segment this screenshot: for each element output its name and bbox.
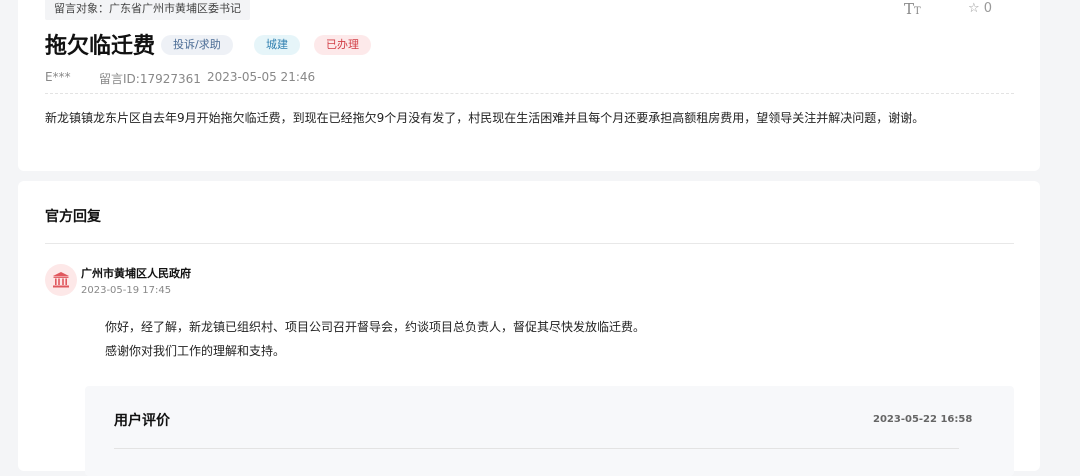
divider bbox=[45, 93, 1014, 94]
status-badge: 已办理 bbox=[314, 35, 371, 55]
message-time: 2023-05-05 21:46 bbox=[207, 70, 316, 84]
star-outline-icon: ☆ bbox=[968, 1, 980, 16]
reply-card: 官方回复 广州市黄埔区人民政府 2023-05-19 17:45 你好，经了解，… bbox=[18, 181, 1040, 476]
favorite-button[interactable]: ☆ 0 bbox=[968, 1, 992, 16]
message-author: E*** bbox=[45, 70, 71, 84]
field-tag[interactable]: 城建 bbox=[254, 35, 300, 55]
section-title: 官方回复 bbox=[45, 209, 101, 225]
department-avatar bbox=[45, 264, 77, 296]
reply-text-line: 感谢你对我们工作的理解和支持。 bbox=[105, 344, 286, 358]
evaluation-title: 用户评价 bbox=[114, 413, 170, 429]
reply-text-line: 你好，经了解，新龙镇已组织村、项目公司召开督导会，约谈项目总负责人，督促其尽快发… bbox=[105, 320, 646, 334]
user-evaluation-panel: 用户评价 2023-05-22 16:58 bbox=[85, 386, 1014, 476]
category-tag[interactable]: 投诉/求助 bbox=[161, 35, 233, 55]
target-label: 留言对象：广东省广州市黄埔区委书记 bbox=[45, 0, 250, 20]
font-size-icon[interactable]: TT bbox=[904, 0, 921, 18]
message-content: 新龙镇镇龙东片区自去年9月开始拖欠临迁费，到现在已经拖欠9个月没有发了，村民现在… bbox=[45, 111, 925, 125]
message-card: 留言对象：广东省广州市黄埔区委书记 TT ☆ 0 拖欠临迁费 投诉/求助 城建 … bbox=[18, 0, 1040, 171]
divider bbox=[45, 243, 1014, 244]
department-name: 广州市黄埔区人民政府 bbox=[81, 267, 191, 280]
divider bbox=[114, 448, 959, 449]
message-id: 留言ID:17927361 bbox=[99, 72, 201, 86]
evaluation-time: 2023-05-22 16:58 bbox=[873, 414, 973, 425]
reply-time: 2023-05-19 17:45 bbox=[81, 285, 172, 296]
message-title: 拖欠临迁费 bbox=[45, 34, 156, 59]
favorite-count: 0 bbox=[983, 1, 993, 16]
government-building-icon bbox=[53, 272, 69, 288]
